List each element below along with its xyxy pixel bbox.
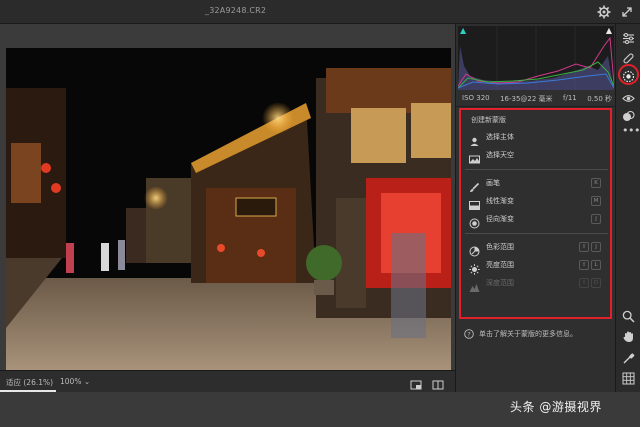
depth-range-label: 深度范围 — [486, 279, 514, 287]
depth-range-item: 深度范围 ⇧ D — [469, 276, 603, 292]
aperture-value: f/11 — [563, 94, 577, 102]
shortcut-key: D — [591, 278, 601, 288]
radial-gradient-label: 径向渐变 — [486, 215, 514, 223]
fit-zoom-button[interactable]: 适应 (26.1%) — [6, 377, 53, 388]
brush-icon — [469, 178, 480, 192]
title-bar: _32A9248.CR2 — [0, 0, 640, 24]
shutter-value: 0.50 秒 — [587, 95, 612, 103]
shift-key: ⇧ — [579, 242, 589, 252]
svg-text:?: ? — [467, 330, 470, 338]
presets-icon[interactable] — [622, 108, 635, 121]
masking-panel: ▲ ▲ ISO 320 16-35@22 毫米 f/11 0.50 秒 创建新蒙… — [455, 24, 616, 392]
more-options-icon[interactable]: ••• — [622, 125, 640, 139]
select-subject-item[interactable]: 选择主体 — [469, 130, 603, 146]
select-subject-label: 选择主体 — [486, 133, 514, 141]
highlight-clipping-icon[interactable]: ▲ — [606, 26, 612, 35]
watermark-text: 头条 @游摄视界 — [510, 400, 602, 414]
iso-value: ISO 320 — [462, 94, 490, 102]
shortcut-key: K — [591, 178, 601, 188]
create-mask-menu: 创建新蒙版 选择主体 选择天空 画笔 K 线性渐变 M 径向渐变 J 色彩范围 … — [459, 108, 612, 319]
masking-icon[interactable] — [622, 68, 635, 83]
single-view-icon[interactable] — [410, 376, 422, 390]
hand-icon[interactable] — [622, 328, 635, 342]
shortcut-key: M — [591, 196, 601, 206]
mask-help-link[interactable]: ? 单击了解关于蒙版的更多信息。 — [464, 324, 577, 343]
help-icon: ? — [464, 324, 474, 343]
red-eye-icon[interactable] — [622, 90, 635, 103]
luminance-range-label: 亮度范围 — [486, 261, 514, 269]
view-bar: 适应 (26.1%) 100% ⌄ — [0, 370, 455, 392]
luminance-range-item[interactable]: 亮度范围 ⇧ L — [469, 258, 603, 275]
zoom-icon[interactable] — [622, 308, 635, 323]
depth-range-icon — [469, 278, 480, 292]
lens-value: 16-35@22 毫米 — [500, 95, 553, 103]
select-sky-label: 选择天空 — [486, 151, 514, 159]
file-name: _32A9248.CR2 — [205, 6, 267, 15]
separator — [465, 169, 608, 170]
linear-gradient-icon — [469, 196, 480, 210]
compare-view-icon[interactable] — [432, 376, 444, 390]
image-canvas[interactable] — [0, 24, 455, 370]
exif-info: ISO 320 16-35@22 毫米 f/11 0.50 秒 — [462, 94, 612, 104]
color-range-item[interactable]: 色彩范围 ⇧ J — [469, 240, 603, 256]
radial-gradient-item[interactable]: 径向渐变 J — [469, 212, 603, 228]
color-range-icon — [469, 242, 480, 256]
person-subject-icon — [469, 132, 480, 146]
divider — [456, 106, 616, 107]
radial-gradient-icon — [469, 214, 480, 228]
linear-gradient-label: 线性渐变 — [486, 197, 514, 205]
shift-key: ⇧ — [579, 260, 589, 270]
brush-label: 画笔 — [486, 179, 500, 187]
shortcut-key: L — [591, 260, 601, 270]
gear-icon[interactable] — [597, 4, 611, 19]
expand-icon[interactable] — [620, 4, 634, 18]
chevron-down-icon: ⌄ — [83, 377, 91, 386]
grid-icon[interactable] — [622, 370, 635, 385]
linear-gradient-item[interactable]: 线性渐变 M — [469, 194, 603, 210]
separator — [465, 233, 608, 234]
edit-sliders-icon[interactable] — [622, 30, 635, 44]
shortcut-key: J — [591, 242, 601, 252]
color-range-label: 色彩范围 — [486, 243, 514, 251]
help-text: 单击了解关于蒙版的更多信息。 — [479, 329, 577, 338]
brush-item[interactable]: 画笔 K — [469, 176, 603, 192]
shadow-clipping-icon[interactable]: ▲ — [460, 26, 466, 35]
luminance-range-icon — [469, 260, 480, 275]
photo-preview — [6, 48, 451, 370]
shift-key: ⇧ — [579, 278, 589, 288]
mask-menu-title: 创建新蒙版 — [471, 116, 506, 124]
zoom-select[interactable]: 100% ⌄ — [60, 377, 90, 386]
tool-strip: ••• — [615, 24, 640, 392]
eyedropper-icon[interactable] — [622, 350, 635, 364]
histogram: ▲ ▲ — [457, 26, 615, 90]
select-sky-item[interactable]: 选择天空 — [469, 148, 603, 163]
sky-icon — [469, 150, 480, 163]
shortcut-key: J — [591, 214, 601, 224]
healing-icon[interactable] — [622, 50, 635, 64]
zoom-value: 100% — [60, 377, 82, 386]
